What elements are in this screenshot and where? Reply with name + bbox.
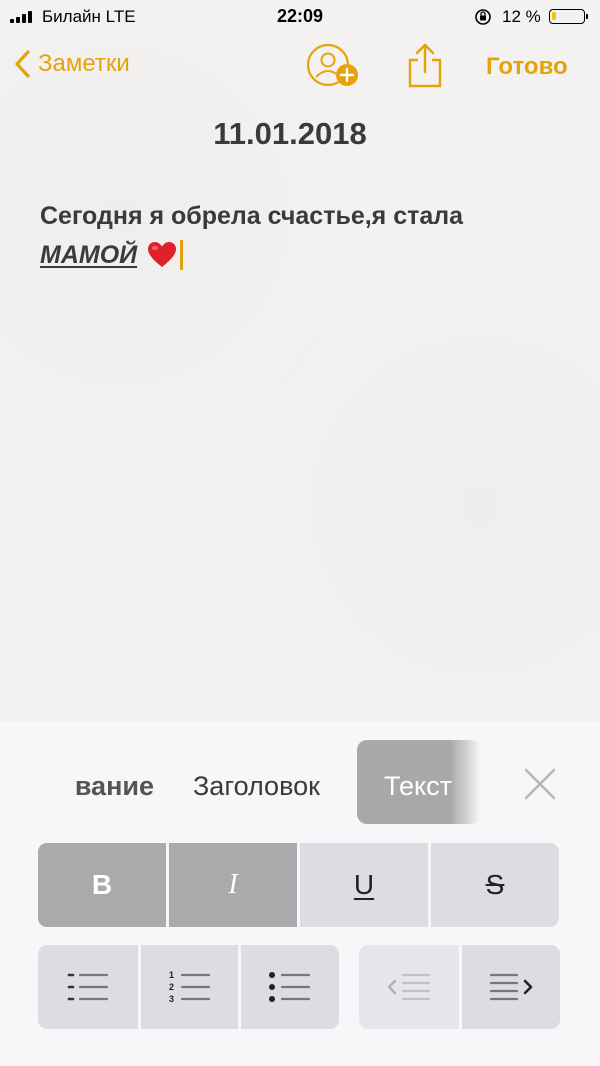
numbered-list-button[interactable]: 1 2 3 <box>141 945 238 1029</box>
done-button[interactable]: Готово <box>486 53 568 81</box>
bulleted-list-icon <box>269 972 311 1002</box>
bold-button[interactable]: B <box>38 843 166 927</box>
add-people-icon[interactable] <box>306 43 362 89</box>
back-button[interactable]: Заметки <box>14 50 130 78</box>
format-panel: вание Заголовок Текст B I U S 1 2 3 <box>0 722 600 1066</box>
rotation-lock-icon <box>475 9 491 25</box>
chevron-left-icon <box>15 50 30 78</box>
underline-button[interactable]: U <box>300 843 428 927</box>
emphasized-word: МАМОЙ <box>40 240 138 269</box>
back-button-label: Заметки <box>38 50 130 77</box>
style-option-text[interactable]: Текст <box>357 740 481 824</box>
numbered-list-icon: 1 2 3 <box>169 970 210 1004</box>
note-date-title: 11.01.2018 <box>213 116 367 151</box>
style-option-partial[interactable]: вание <box>0 771 160 802</box>
note-background <box>0 0 600 722</box>
strikethrough-button[interactable]: S <box>431 843 559 927</box>
list-format-buttons: 1 2 3 <box>38 945 560 1029</box>
indent-icon <box>489 973 533 1001</box>
increase-indent-button[interactable] <box>462 945 560 1029</box>
battery-percent: 12 % <box>502 7 541 26</box>
svg-text:3: 3 <box>169 994 174 1004</box>
close-icon[interactable] <box>522 766 558 802</box>
style-option-text-label: Текст <box>384 771 452 801</box>
italic-button[interactable]: I <box>169 843 297 927</box>
text-format-buttons: B I U S <box>38 843 559 927</box>
dashed-list-icon <box>67 973 109 1001</box>
heart-emoji-icon <box>148 242 177 267</box>
style-option-heading[interactable]: Заголовок <box>193 771 320 802</box>
decrease-indent-button[interactable] <box>359 945 459 1029</box>
dashed-list-button[interactable] <box>38 945 138 1029</box>
battery-icon <box>549 9 588 24</box>
note-text-line[interactable]: Сегодня я обрела счастье,я стала <box>40 202 463 231</box>
share-icon[interactable] <box>406 42 444 88</box>
bulleted-list-button[interactable] <box>241 945 339 1029</box>
outdent-icon <box>387 973 431 1001</box>
note-text-line-2[interactable]: МАМОЙ <box>40 240 184 270</box>
svg-text:1: 1 <box>169 970 174 980</box>
text-cursor <box>180 240 184 270</box>
status-bar: Билайн LTE 22:09 12 % <box>0 0 600 34</box>
svg-text:2: 2 <box>169 982 174 992</box>
